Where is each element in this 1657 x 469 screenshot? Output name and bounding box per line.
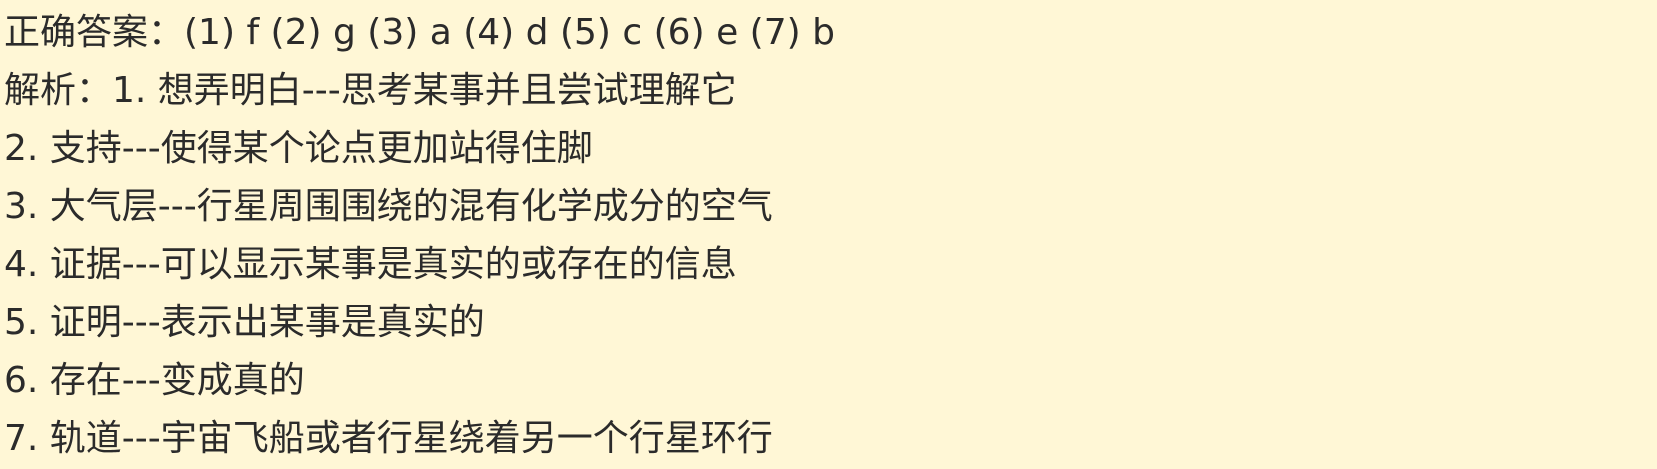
correct-answer-line: 正确答案：(1) f (2) g (3) a (4) d (5) c (6) e… (4, 12, 835, 53)
answer-explanation: 正确答案：(1) f (2) g (3) a (4) d (5) c (6) e… (4, 4, 1644, 468)
analysis-line-7: 7. 轨道---宇宙飞船或者行星绕着另一个行星环行 (4, 418, 773, 459)
analysis-line-5: 5. 证明---表示出某事是真实的 (4, 302, 485, 343)
analysis-line-1: 解析：1. 想弄明白---思考某事并且尝试理解它 (4, 70, 737, 111)
analysis-line-2: 2. 支持---使得某个论点更加站得住脚 (4, 128, 593, 169)
analysis-line-4: 4. 证据---可以显示某事是真实的或存在的信息 (4, 244, 737, 285)
analysis-line-3: 3. 大气层---行星周围围绕的混有化学成分的空气 (4, 186, 773, 227)
analysis-line-6: 6. 存在---变成真的 (4, 360, 305, 401)
